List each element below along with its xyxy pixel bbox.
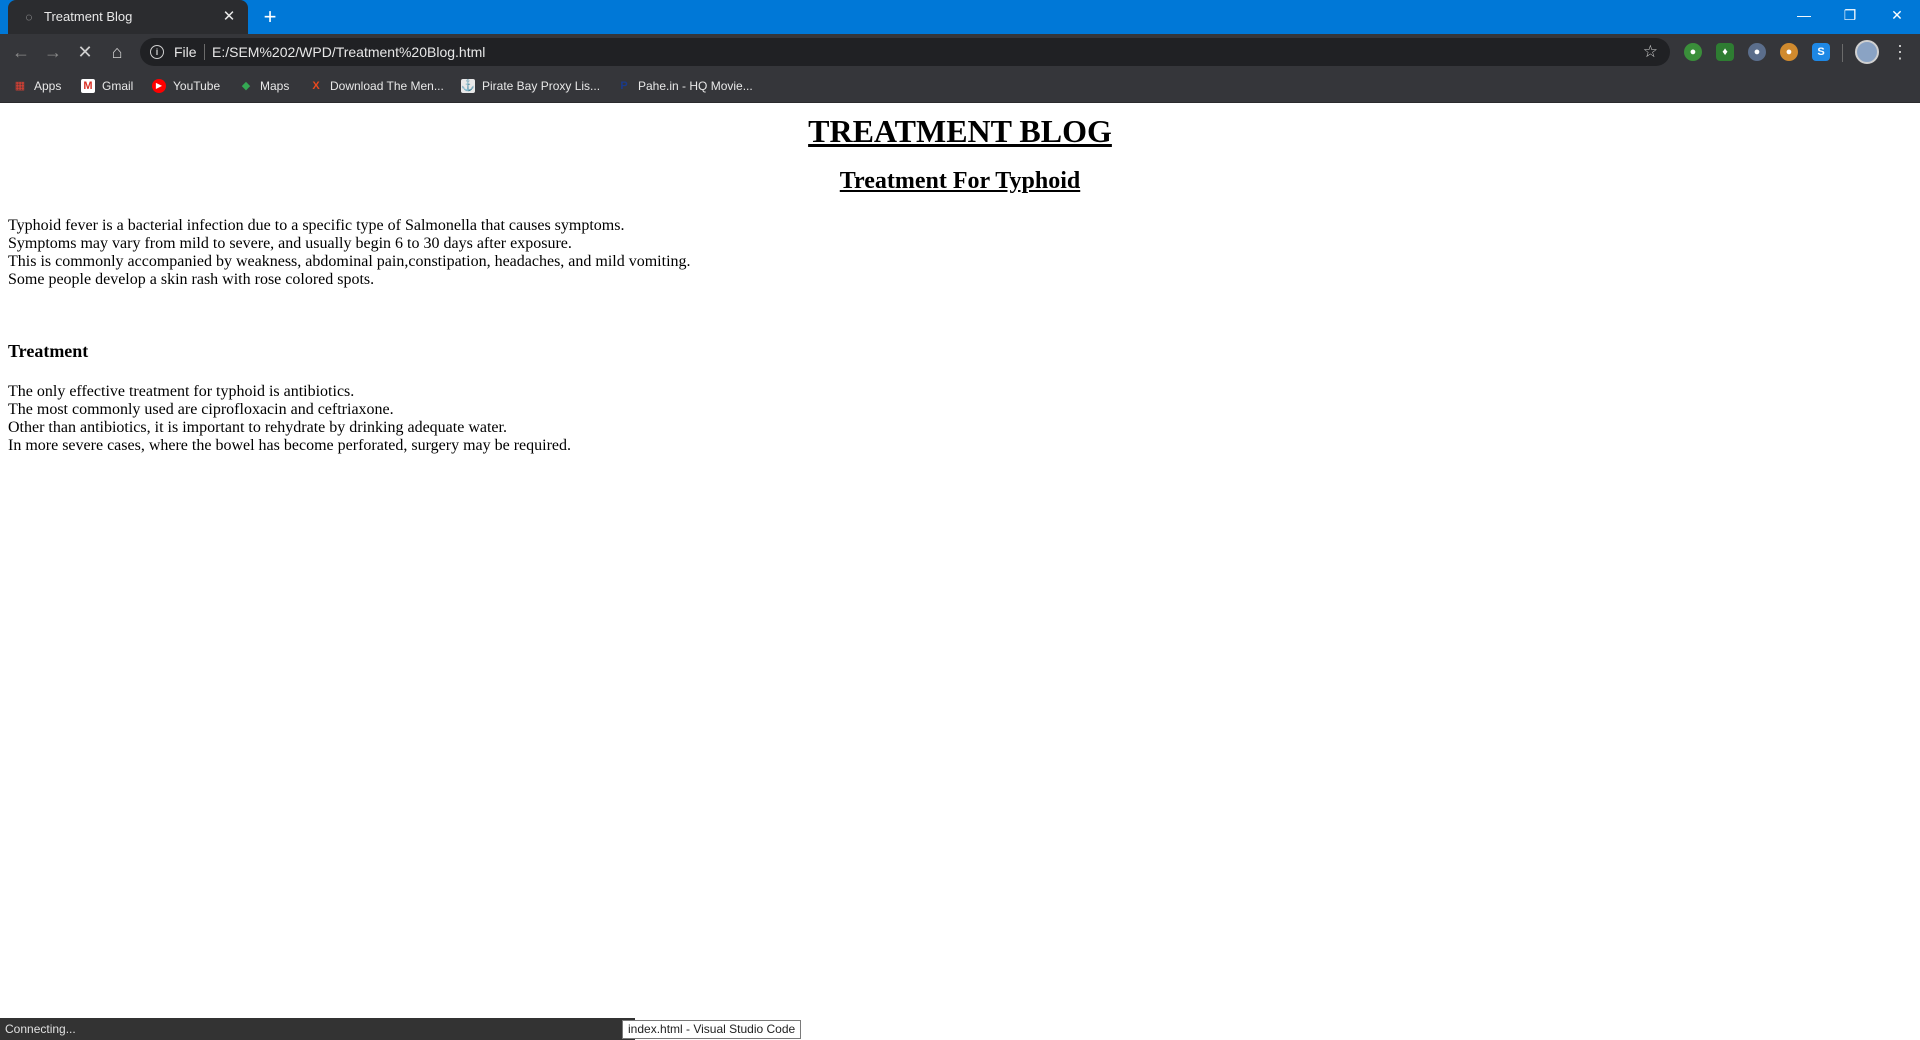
treatment-line: The most commonly used are ciprofloxacin… xyxy=(8,401,394,418)
apps-grid-icon: ▦ xyxy=(14,80,26,92)
intro-line: Typhoid fever is a bacterial infection d… xyxy=(8,217,625,234)
bookmark-gmail[interactable]: M Gmail xyxy=(81,70,133,102)
page-content: TREATMENT BLOG Treatment For Typhoid Typ… xyxy=(0,103,1920,1018)
gmail-icon: M xyxy=(81,79,95,93)
address-divider xyxy=(204,44,205,60)
new-tab-button[interactable]: + xyxy=(258,5,282,29)
home-button[interactable]: ⌂ xyxy=(105,40,129,64)
address-bar[interactable]: i File E:/SEM%202/WPD/Treatment%20Blog.h… xyxy=(140,38,1670,66)
stop-loading-button[interactable]: ✕ xyxy=(73,40,97,64)
url-scheme: File xyxy=(174,44,197,60)
treatment-line: The only effective treatment for typhoid… xyxy=(8,383,355,400)
cookie-extension-icon[interactable]: ● xyxy=(1780,43,1798,61)
tab-title: Treatment Blog xyxy=(44,9,133,24)
bookmark-label: Download The Men... xyxy=(330,79,444,93)
browser-toolbar: ← → ✕ ⌂ i File E:/SEM%202/WPD/Treatment%… xyxy=(0,34,1920,70)
treatment-line: In more severe cases, where the bowel ha… xyxy=(8,437,572,454)
shield-extension-icon[interactable]: ♦ xyxy=(1716,43,1734,61)
youtube-icon: ▶ xyxy=(152,79,166,93)
back-button[interactable]: ← xyxy=(9,40,33,64)
treatment-heading: Treatment xyxy=(8,341,89,361)
page-subtitle: Treatment For Typhoid xyxy=(839,168,1081,194)
bookmark-youtube[interactable]: ▶ YouTube xyxy=(152,70,220,102)
bookmark-label: Pirate Bay Proxy Lis... xyxy=(482,79,601,93)
loading-icon: ◌ xyxy=(25,10,33,24)
tab-close-icon[interactable]: ✕ xyxy=(220,8,238,26)
bookmark-label: Apps xyxy=(34,79,62,93)
toolbar-divider xyxy=(1842,44,1843,62)
page-title: TREATMENT BLOG xyxy=(808,113,1112,149)
info-icon[interactable]: i xyxy=(150,45,164,59)
intro-line: This is commonly accompanied by weakness… xyxy=(8,253,691,270)
bookmarks-bar: ▦ Apps M Gmail ▶ YouTube ◆ Maps X Downlo… xyxy=(0,70,1920,103)
bookmark-label: YouTube xyxy=(173,79,221,93)
extension-icon-3[interactable]: ● xyxy=(1748,43,1766,61)
tab-treatment-blog[interactable]: ◌ Treatment Blog ✕ xyxy=(8,0,248,34)
bookmark-maps[interactable]: ◆ Maps xyxy=(239,70,290,102)
title-bar: ◌ Treatment Blog ✕ + — ❐ ✕ xyxy=(0,0,1920,34)
bookmark-pahe[interactable]: P Pahe.in - HQ Movie... xyxy=(617,70,753,102)
bookmark-label: Gmail xyxy=(102,79,134,93)
s-extension-icon[interactable]: S xyxy=(1812,43,1830,61)
restore-button[interactable]: ❐ xyxy=(1827,0,1873,30)
bookmark-apps[interactable]: ▦ Apps xyxy=(13,70,62,102)
profile-avatar[interactable] xyxy=(1855,40,1879,64)
intro-paragraph: Typhoid fever is a bacterial infection d… xyxy=(8,217,691,289)
maps-icon: ◆ xyxy=(241,80,251,92)
treatment-line: Other than antibiotics, it is important … xyxy=(8,419,507,436)
url-text[interactable]: E:/SEM%202/WPD/Treatment%20Blog.html xyxy=(212,44,485,60)
forward-button[interactable]: → xyxy=(41,40,65,64)
bookmark-download-the-men[interactable]: X Download The Men... xyxy=(309,70,444,102)
intro-line: Symptoms may vary from mild to severe, a… xyxy=(8,235,572,252)
close-window-button[interactable]: ✕ xyxy=(1874,0,1920,30)
bookmark-star-icon[interactable]: ☆ xyxy=(1643,42,1658,62)
taskbar-tooltip: index.html - Visual Studio Code xyxy=(622,1020,802,1039)
treatment-paragraph: The only effective treatment for typhoid… xyxy=(8,383,571,455)
minimize-button[interactable]: — xyxy=(1781,0,1827,30)
pirate-ship-icon: ⚓ xyxy=(461,79,475,93)
status-bar: Connecting... xyxy=(0,1018,635,1040)
bookmark-label: Pahe.in - HQ Movie... xyxy=(638,79,753,93)
bookmark-label: Maps xyxy=(260,79,290,93)
pahe-icon: P xyxy=(620,80,628,92)
extension-icon-1[interactable]: ● xyxy=(1684,43,1702,61)
menu-icon[interactable]: ⋮ xyxy=(1890,40,1910,64)
x-logo-icon: X xyxy=(312,80,320,92)
bookmark-pirate-bay[interactable]: ⚓ Pirate Bay Proxy Lis... xyxy=(461,70,600,102)
intro-line: Some people develop a skin rash with ros… xyxy=(8,271,375,288)
